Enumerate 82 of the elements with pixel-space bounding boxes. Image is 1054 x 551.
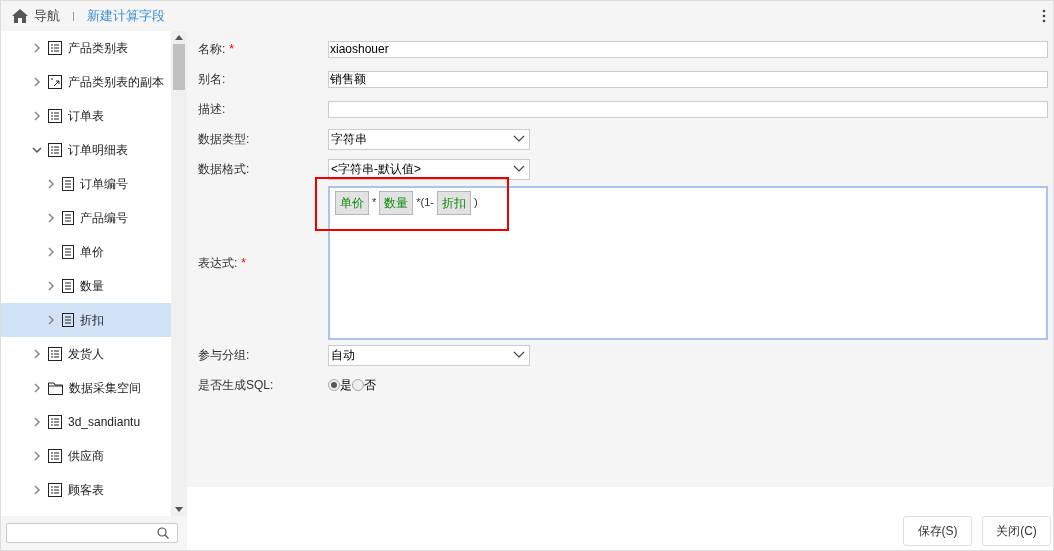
- required-mark: *: [229, 41, 234, 58]
- chevron-right-icon[interactable]: [32, 417, 42, 427]
- chevron-right-icon[interactable]: [46, 315, 56, 325]
- chevron-right-icon[interactable]: [46, 247, 56, 257]
- document-icon: [62, 245, 74, 259]
- field-label: 数据格式:: [198, 161, 250, 178]
- chevron-right-icon[interactable]: [32, 383, 42, 393]
- radio-option[interactable]: 是: [328, 376, 352, 394]
- dropdown[interactable]: <字符串-默认值>: [328, 158, 530, 180]
- document-icon: [62, 211, 74, 225]
- operator-text: ): [474, 195, 478, 210]
- table-icon: [48, 483, 62, 497]
- tree-item[interactable]: 供应商: [1, 439, 171, 473]
- field-label: 名称:: [198, 41, 226, 58]
- tree-item[interactable]: 订单表: [1, 99, 171, 133]
- breadcrumb-link[interactable]: 导航: [34, 6, 60, 26]
- field-label: 描述:: [198, 101, 226, 118]
- tree-item[interactable]: 折扣: [1, 303, 171, 337]
- field-label: 是否生成SQL:: [198, 377, 274, 394]
- operator-text: *(1-: [416, 195, 434, 210]
- field-token[interactable]: 单价: [335, 191, 369, 215]
- chevron-down-icon: [513, 165, 525, 173]
- chevron-right-icon[interactable]: [46, 281, 56, 291]
- chevron-down-icon: [513, 135, 525, 143]
- tree-item[interactable]: 数据采集空间: [1, 371, 171, 405]
- dropdown[interactable]: 字符串: [328, 128, 530, 150]
- home-icon[interactable]: [12, 9, 28, 23]
- dialog-button[interactable]: 关闭(C): [982, 516, 1051, 546]
- tree-item[interactable]: 单价: [1, 235, 171, 269]
- field-token[interactable]: 折扣: [437, 191, 471, 215]
- table-icon: [48, 41, 62, 55]
- text-input[interactable]: xiaoshouer: [328, 40, 1048, 58]
- scrollbar-thumb[interactable]: [173, 44, 185, 90]
- chevron-right-icon[interactable]: [32, 349, 42, 359]
- tree-item[interactable]: 数量: [1, 269, 171, 303]
- tree-item[interactable]: 订单明细表: [1, 133, 171, 167]
- folder-icon: [48, 381, 63, 395]
- chevron-down-icon[interactable]: [32, 145, 42, 155]
- tree-item[interactable]: 发货人: [1, 337, 171, 371]
- table-icon: [48, 415, 62, 429]
- required-mark: *: [241, 255, 246, 272]
- tree-item[interactable]: 产品类别表的副本: [1, 65, 171, 99]
- table-icon: [48, 143, 62, 157]
- text-input[interactable]: 销售额: [328, 70, 1048, 88]
- search-field[interactable]: [6, 523, 178, 543]
- dropdown[interactable]: 自动: [328, 344, 530, 366]
- tree-item[interactable]: 产品类别表: [1, 31, 171, 65]
- text-input[interactable]: [328, 100, 1048, 118]
- operator-text: *: [372, 195, 377, 210]
- chevron-right-icon[interactable]: [32, 451, 42, 461]
- chevron-right-icon[interactable]: [46, 179, 56, 189]
- document-icon: [62, 279, 74, 293]
- table-icon: [48, 347, 62, 361]
- tree-item[interactable]: 订单编号: [1, 167, 171, 201]
- scrollbar[interactable]: [171, 31, 187, 516]
- breadcrumb-current: 新建计算字段: [87, 7, 165, 26]
- search-icon: [157, 527, 169, 539]
- table-icon: [48, 109, 62, 123]
- scroll-down-icon[interactable]: [175, 507, 183, 512]
- field-label: 别名:: [198, 71, 226, 88]
- document-icon: [62, 177, 74, 191]
- tree-item[interactable]: 3d_sandiantu: [1, 405, 171, 439]
- document-icon: [62, 313, 74, 327]
- field-token[interactable]: 数量: [379, 191, 414, 215]
- field-label: 表达式:: [198, 255, 238, 272]
- chevron-down-icon: [513, 351, 525, 359]
- table-icon: [48, 449, 62, 463]
- chevron-right-icon[interactable]: [46, 213, 56, 223]
- chevron-right-icon[interactable]: [32, 111, 42, 121]
- expression-editor[interactable]: 单价 * 数量 *(1- 折扣 ): [328, 186, 1048, 340]
- radio-option[interactable]: 否: [352, 376, 376, 394]
- tree-item[interactable]: 产品编号: [1, 201, 171, 235]
- field-label: 数据类型:: [198, 131, 250, 148]
- chevron-right-icon[interactable]: [32, 43, 42, 53]
- more-icon[interactable]: [1042, 9, 1046, 23]
- table-link-icon: [48, 75, 62, 89]
- field-label: 参与分组:: [198, 347, 250, 364]
- chevron-right-icon[interactable]: [32, 485, 42, 495]
- scroll-up-icon[interactable]: [175, 35, 183, 40]
- dialog-button[interactable]: 保存(S): [903, 516, 972, 546]
- tree-item[interactable]: 顾客表: [1, 473, 171, 507]
- chevron-right-icon[interactable]: [32, 77, 42, 87]
